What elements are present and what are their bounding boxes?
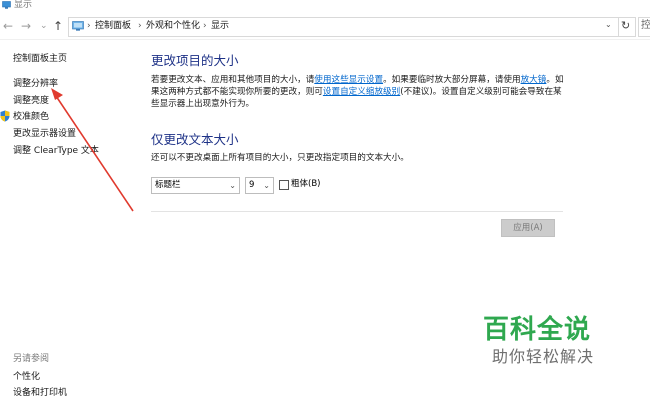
control-panel-icon bbox=[72, 21, 84, 31]
font-size-select[interactable]: 9 ⌄ bbox=[245, 177, 274, 194]
section-heading-change-text-size: 仅更改文本大小 bbox=[151, 132, 239, 147]
sidebar-item-devices-printers[interactable]: 设备和打印机 bbox=[13, 387, 67, 399]
sidebar-item-calibrate-color[interactable]: 校准颜色 bbox=[13, 111, 49, 123]
divider bbox=[151, 211, 563, 212]
search-placeholder: 控 bbox=[641, 20, 650, 31]
shield-icon bbox=[0, 110, 10, 122]
watermark-subtitle: 助你轻松解决 bbox=[492, 347, 595, 366]
section1-line3: 些显示器上出现意外行为。 bbox=[151, 99, 255, 109]
font-size-value: 9 bbox=[249, 180, 255, 190]
text: 若要更改文本、应用和其他项目的大小，请 bbox=[151, 75, 315, 85]
bold-checkbox[interactable] bbox=[279, 180, 289, 190]
title-bar bbox=[0, 0, 650, 14]
custom-scaling-link[interactable]: 设置自定义缩放级别 bbox=[323, 87, 400, 97]
chevron-down-icon: ⌄ bbox=[263, 181, 270, 190]
sidebar-item-personalization[interactable]: 个性化 bbox=[13, 371, 40, 383]
text: 。如 bbox=[546, 75, 564, 85]
text: (不建议)。设置自定义级别可能会导致在某 bbox=[400, 87, 562, 97]
up-button[interactable]: ↑ bbox=[53, 19, 63, 33]
breadcrumb-control-panel[interactable]: 控制面板 bbox=[95, 20, 131, 32]
breadcrumb-separator: › bbox=[87, 21, 91, 31]
address-dropdown-icon[interactable]: ⌄ bbox=[605, 20, 612, 29]
item-select-value: 标题栏 bbox=[155, 180, 181, 190]
section-heading-change-item-size: 更改项目的大小 bbox=[151, 53, 239, 68]
chevron-down-icon: ⌄ bbox=[229, 181, 236, 190]
display-icon bbox=[2, 1, 11, 9]
breadcrumb-separator: › bbox=[138, 21, 142, 31]
refresh-icon[interactable]: ↻ bbox=[621, 19, 630, 33]
window-title: 显示 bbox=[14, 0, 33, 10]
section1-line1: 若要更改文本、应用和其他项目的大小，请使用这些显示设置。如果要临时放大部分屏幕，… bbox=[151, 74, 564, 86]
breadcrumb-display[interactable]: 显示 bbox=[211, 20, 229, 32]
watermark-title: 百科全说 bbox=[483, 315, 592, 345]
section1-line2: 果这两种方式都不能实现你所要的更改，则可设置自定义缩放级别(不建议)。设置自定义… bbox=[151, 86, 562, 98]
see-also-heading: 另请参阅 bbox=[13, 354, 50, 364]
sidebar-item-control-panel-home[interactable]: 控制面板主页 bbox=[13, 53, 67, 65]
sidebar-item-adjust-brightness[interactable]: 调整亮度 bbox=[13, 95, 49, 107]
display-settings-link[interactable]: 使用这些显示设置 bbox=[314, 75, 383, 85]
sidebar-item-adjust-cleartype[interactable]: 调整 ClearType 文本 bbox=[13, 145, 99, 157]
sidebar-item-adjust-resolution[interactable]: 调整分辨率 bbox=[13, 78, 58, 90]
recent-locations-button[interactable]: ⌄ bbox=[40, 19, 48, 33]
bold-label: 粗体(B) bbox=[291, 179, 321, 189]
back-button[interactable]: ← bbox=[3, 19, 13, 33]
item-select[interactable]: 标题栏 ⌄ bbox=[151, 177, 240, 194]
magnifier-link[interactable]: 放大镜 bbox=[521, 75, 547, 85]
text: 果这两种方式都不能实现你所要的更改，则可 bbox=[151, 87, 323, 97]
breadcrumb-separator: › bbox=[203, 21, 207, 31]
breadcrumb-appearance[interactable]: 外观和个性化 bbox=[146, 20, 200, 32]
forward-button[interactable]: → bbox=[21, 19, 31, 33]
apply-button[interactable]: 应用(A) bbox=[501, 219, 555, 237]
sidebar-item-change-display-settings[interactable]: 更改显示器设置 bbox=[13, 128, 76, 140]
section2-description: 还可以不更改桌面上所有项目的大小，只更改指定项目的文本大小。 bbox=[151, 153, 409, 163]
text: 。如果要临时放大部分屏幕，请使用 bbox=[383, 75, 521, 85]
